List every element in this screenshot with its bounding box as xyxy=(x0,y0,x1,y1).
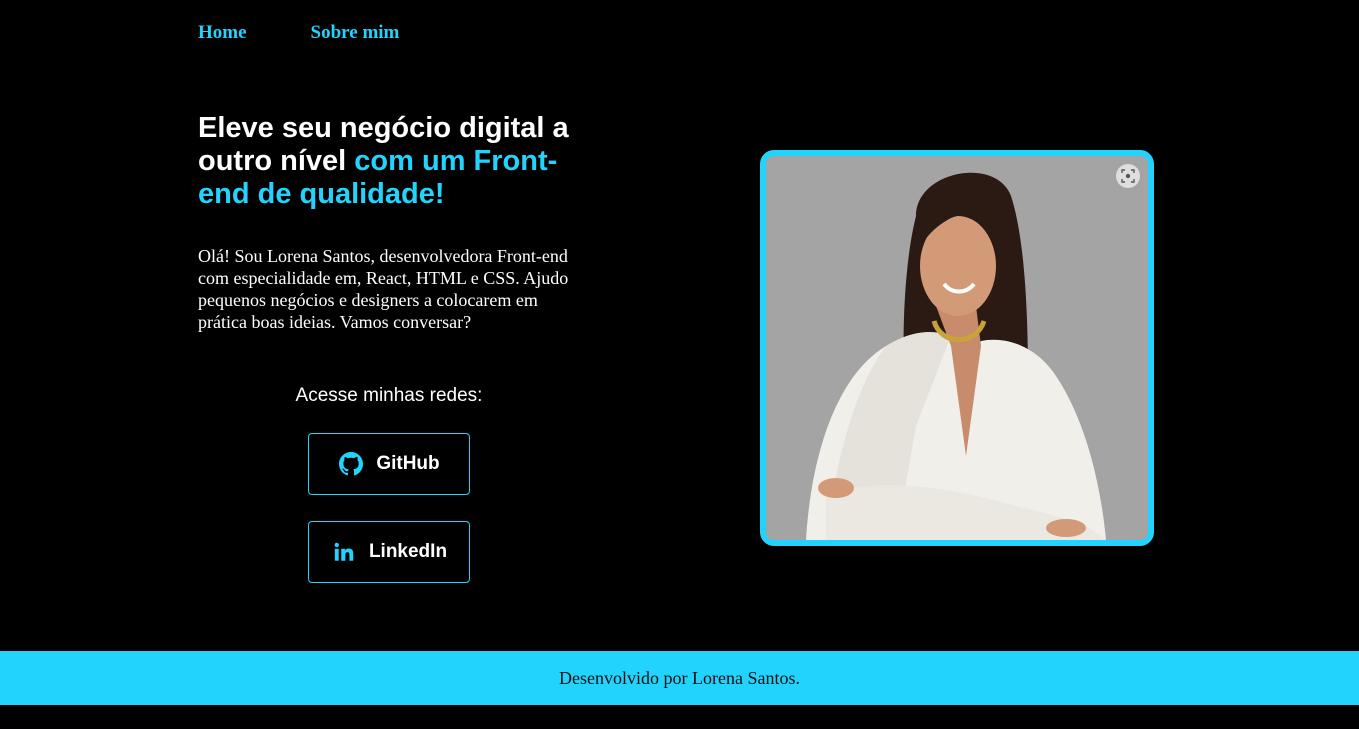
footer-text: Desenvolvido por Lorena Santos. xyxy=(559,667,800,688)
github-button[interactable]: GitHub xyxy=(308,433,470,495)
hero-intro: Olá! Sou Lorena Santos, desenvolvedora F… xyxy=(198,246,569,332)
main-nav: Home Sobre mim xyxy=(198,22,399,44)
linkedin-icon xyxy=(331,539,357,565)
hero-headline: Eleve seu negócio digital a outro nível … xyxy=(198,112,598,211)
visual-search-icon[interactable] xyxy=(1116,164,1140,188)
nav-home-link[interactable]: Home xyxy=(198,22,247,44)
linkedin-button[interactable]: LinkedIn xyxy=(308,521,470,583)
social-title: Acesse minhas redes: xyxy=(295,385,483,406)
linkedin-label: LinkedIn xyxy=(368,541,448,562)
nav-about-link[interactable]: Sobre mim xyxy=(311,22,400,44)
github-label: GitHub xyxy=(376,453,440,474)
portrait-image xyxy=(766,156,1148,540)
github-icon xyxy=(338,451,364,477)
footer: Desenvolvido por Lorena Santos. xyxy=(0,651,1359,705)
profile-photo xyxy=(760,150,1154,546)
